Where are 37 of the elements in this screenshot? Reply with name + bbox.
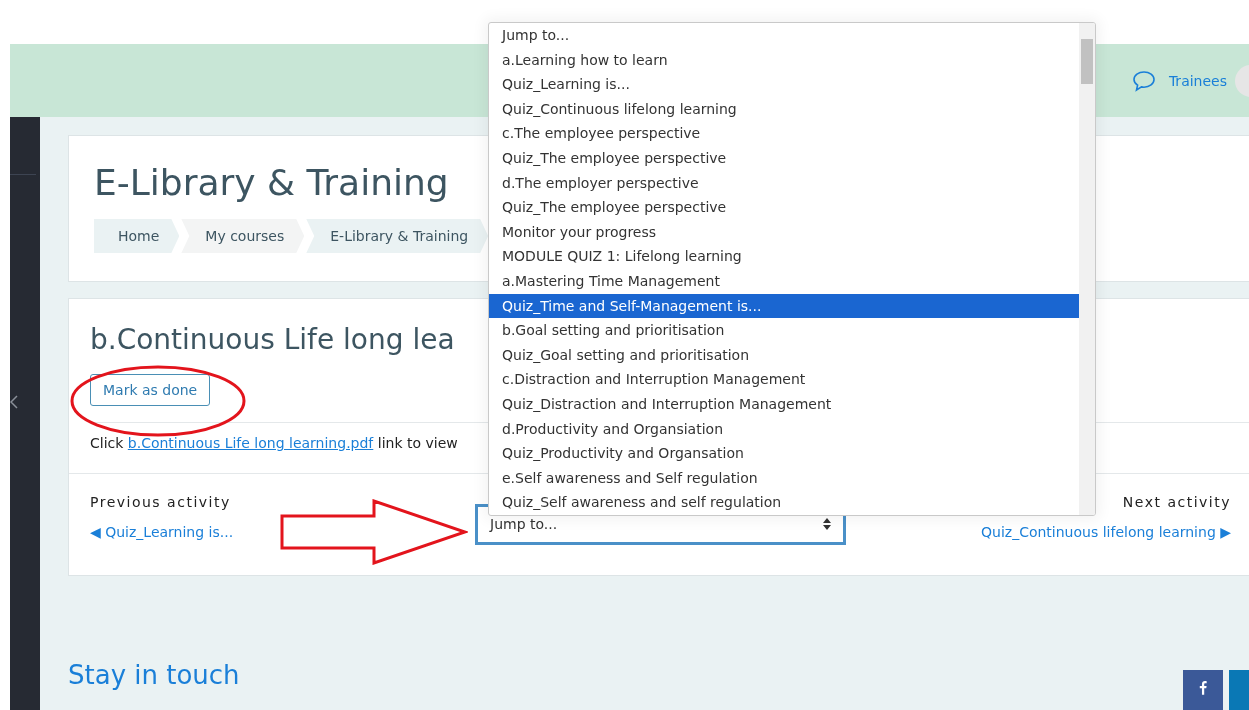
activity-title: b.Continuous Life long lea: [90, 322, 455, 356]
chat-bubble-icon[interactable]: [1131, 69, 1156, 92]
dropdown-option[interactable]: d.The employer perspective: [489, 170, 1079, 196]
dropdown-option[interactable]: c.Distraction and Interruption Management: [489, 367, 1079, 392]
footer-heading: Stay in touch: [68, 660, 240, 690]
breadcrumb-link[interactable]: Home: [94, 219, 180, 253]
dropdown-option[interactable]: Quiz_Continuous lifelong learning: [489, 96, 1079, 122]
dropdown-option[interactable]: a.Mastering Time Management: [489, 268, 1079, 294]
dropdown-option[interactable]: Quiz_The employee perspective: [489, 195, 1079, 220]
dropdown-option[interactable]: a.Learning how to learn: [489, 47, 1079, 73]
dropdown-option[interactable]: b.Goal setting and prioritisation: [489, 318, 1079, 343]
dropdown-option[interactable]: Quiz_The employee perspective: [489, 145, 1079, 171]
next-activity-label: Next activity: [1122, 493, 1231, 510]
dropdown-option[interactable]: c.The employee perspective: [489, 121, 1079, 146]
dropdown-option[interactable]: Quiz_Time and Self-Management is...: [489, 293, 1079, 319]
breadcrumb-link[interactable]: E-Library & Training: [306, 219, 489, 253]
dropdown-option[interactable]: Jump to...: [489, 23, 1079, 48]
scrollbar[interactable]: [1079, 23, 1095, 515]
dropdown-option[interactable]: Quiz_Learning is...: [489, 72, 1079, 97]
dropdown-option[interactable]: d.Productivity and Organsiation: [489, 416, 1079, 442]
facebook-icon: [1199, 680, 1207, 695]
dropdown-option[interactable]: Quiz_Goal setting and prioritisation: [489, 342, 1079, 368]
dropdown-option[interactable]: MODULE QUIZ 1: Lifelong learning: [489, 244, 1079, 269]
pdf-link[interactable]: b.Continuous Life long learning.pdf: [127, 434, 374, 451]
sort-arrows-icon: [823, 518, 831, 531]
course-title: E-Library & Training: [94, 162, 449, 203]
dropdown-option[interactable]: e.Self awareness and Self regulation: [489, 465, 1079, 491]
social-button[interactable]: [1183, 670, 1223, 710]
dropdown-option[interactable]: Quiz_Productivity and Organsation: [489, 441, 1079, 466]
previous-activity-label: Previous activity: [90, 493, 232, 510]
breadcrumb-link[interactable]: My courses: [181, 219, 305, 253]
dropdown-option[interactable]: Monitor your progress: [489, 219, 1079, 245]
mark-as-done-button[interactable]: Mark as done: [90, 373, 211, 406]
next-activity-link[interactable]: Quiz_Continuous lifelong learning ▶: [981, 523, 1231, 540]
previous-activity-link[interactable]: ◀ Quiz_Learning is...: [90, 523, 475, 540]
dropdown-option[interactable]: Quiz_Distraction and Interruption Management: [489, 391, 1079, 417]
chevron-left-icon[interactable]: [10, 395, 18, 409]
